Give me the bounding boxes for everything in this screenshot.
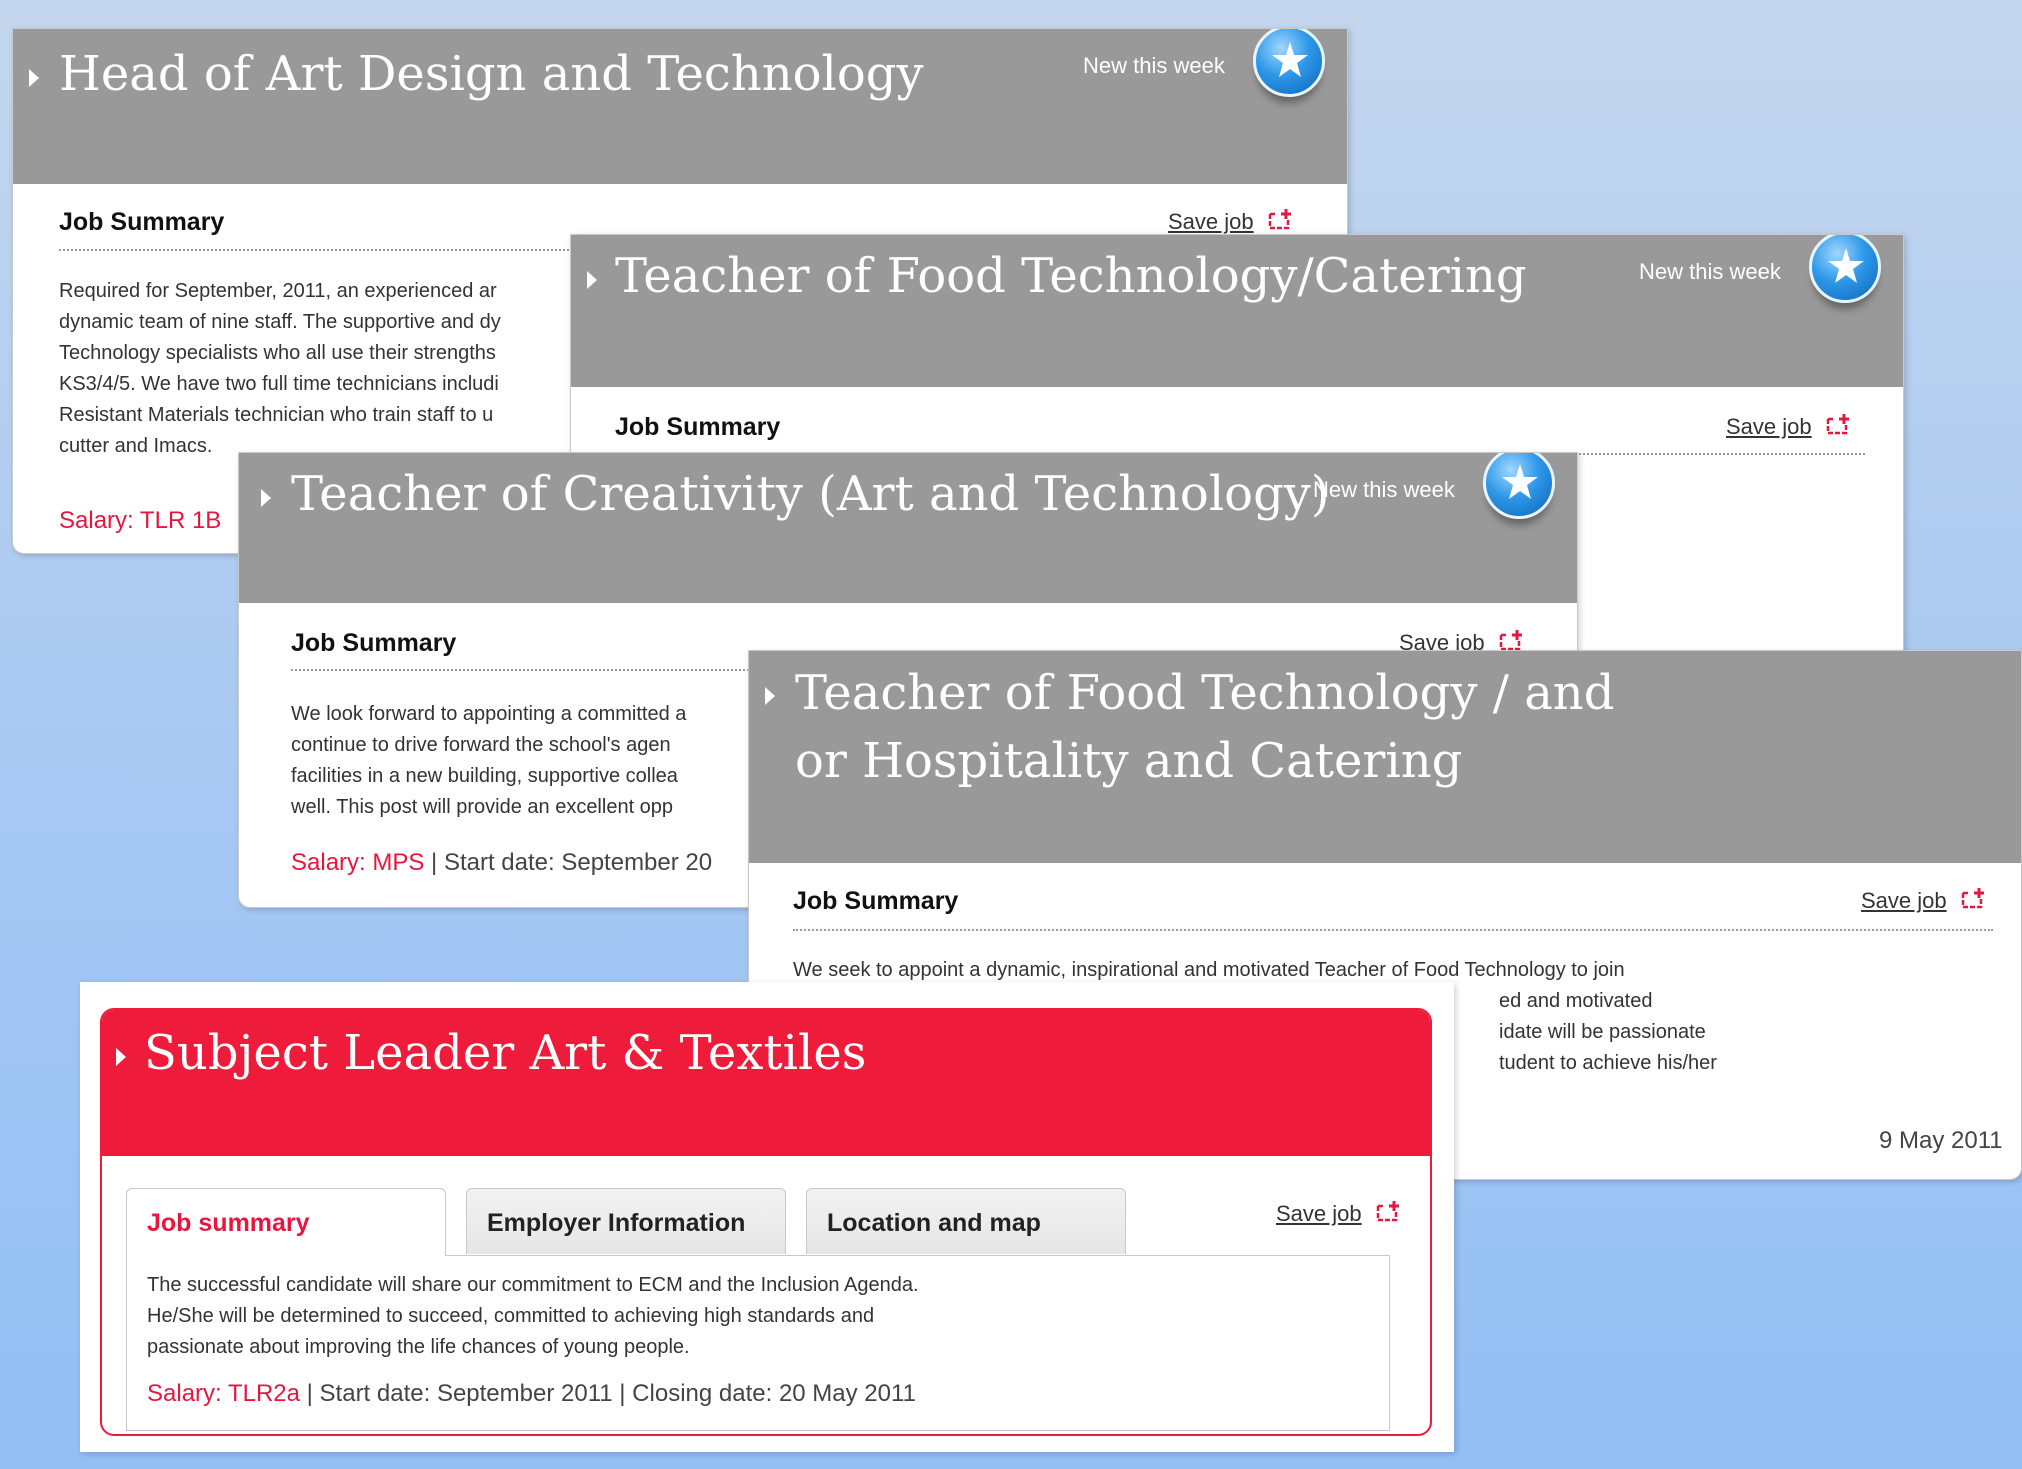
save-job-icon[interactable] [1376,1200,1402,1227]
new-star-icon [1483,453,1555,519]
save-job-link[interactable]: Save job [1276,1201,1362,1227]
job-card-header: Teacher of Food Technology / and or Hosp… [749,651,2021,863]
save-job-link[interactable]: Save job [1726,414,1812,440]
salary-line: Salary: TLR2a | Start date: September 20… [147,1380,916,1408]
expand-arrow-icon[interactable] [116,1048,126,1066]
job-summary-heading: Job Summary [615,413,781,441]
job-card-art-textiles: Subject Leader Art & Textiles Job summar… [80,982,1454,1452]
salary-line: Salary: TLR 1B [59,507,221,535]
tab-location-and-map[interactable]: Location and map [806,1188,1126,1254]
dates-text: | Start date: September 2011 | Closing d… [299,1380,916,1407]
save-job-button[interactable]: Save job [1861,887,1987,914]
job-description: Required for September, 2011, an experie… [59,280,501,457]
save-job-link[interactable]: Save job [1168,209,1254,235]
salary-line: Salary: MPS | Start date: September 20 [291,849,791,877]
salary-value: Salary: MPS [291,849,425,876]
salary-value: Salary: TLR 1B [59,507,222,534]
save-job-button[interactable]: Save job [1168,208,1294,235]
save-job-button[interactable]: Save job [1726,413,1852,440]
expand-arrow-icon[interactable] [261,489,271,507]
start-date-text: | Start date: September 20 [424,849,713,876]
job-title[interactable]: Teacher of Food Technology/Catering [615,243,1527,310]
save-job-button[interactable]: Save job [1276,1200,1402,1227]
expand-arrow-icon[interactable] [29,69,39,87]
job-card-header: Head of Art Design and Technology New th… [13,29,1347,184]
save-job-icon[interactable] [1961,887,1987,914]
job-description: We look forward to appointing a committe… [291,703,687,818]
job-description: The successful candidate will share our … [147,1274,919,1358]
job-title[interactable]: Teacher of Creativity (Art and Technolog… [291,461,1330,528]
tab-panel-job-summary: The successful candidate will share our … [126,1255,1390,1431]
job-title[interactable]: Teacher of Food Technology / and or Hosp… [795,659,1655,795]
expand-arrow-icon[interactable] [765,687,775,705]
new-star-icon [1253,29,1325,97]
save-job-link[interactable]: Save job [1861,888,1947,914]
job-summary-heading: Job Summary [291,629,457,657]
summary-divider [793,929,1993,931]
closing-date-fragment: 9 May 2011 [1879,1127,2003,1154]
save-job-icon[interactable] [1826,413,1852,440]
job-card-header: Subject Leader Art & Textiles [102,1010,1430,1156]
job-summary-heading: Job Summary [793,887,959,915]
expand-arrow-icon[interactable] [587,271,597,289]
job-card-header: Teacher of Food Technology/Catering New … [571,235,1903,387]
new-star-icon [1809,235,1881,303]
new-this-week-label: New this week [1313,477,1455,502]
job-card-outline: Subject Leader Art & Textiles Job summar… [100,1008,1432,1436]
save-job-icon[interactable] [1268,208,1294,235]
new-this-week-label: New this week [1639,259,1781,284]
tab-employer-information[interactable]: Employer Information [466,1188,786,1254]
salary-value: Salary: TLR2a [147,1380,300,1407]
job-title[interactable]: Subject Leader Art & Textiles [144,1020,866,1087]
job-card-header: Teacher of Creativity (Art and Technolog… [239,453,1577,603]
new-this-week-label: New this week [1083,53,1225,78]
tab-job-summary[interactable]: Job summary [126,1188,446,1256]
job-title[interactable]: Head of Art Design and Technology [59,41,924,108]
job-summary-heading: Job Summary [59,208,225,236]
